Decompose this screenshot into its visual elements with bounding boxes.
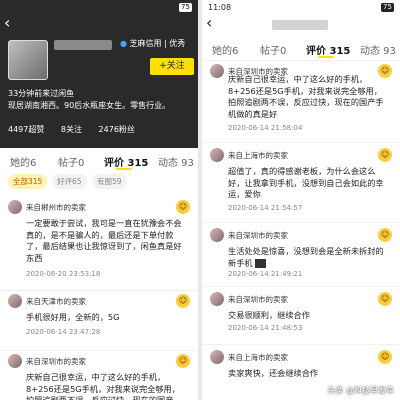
reviewer-origin: 来自上海市的卖家	[228, 353, 288, 362]
review-time: 2020-06-14 21:49:21	[228, 270, 303, 278]
stat-following[interactable]: 8关注	[61, 125, 82, 134]
status-bar: 75	[6, 3, 192, 15]
bio-text: 现居湖南湘西。90后水瓶座女生。零售行业。	[8, 101, 171, 110]
username-blurred	[272, 20, 328, 30]
divider	[202, 142, 400, 143]
profile-stats: 4497超赞 8关注 2476粉丝	[8, 124, 149, 135]
watermark-text: 头条 @科技早发车	[327, 386, 394, 395]
tab-items[interactable]: 她的6	[10, 154, 36, 169]
smile-emoji-icon: ☺	[378, 292, 392, 306]
review-item: 来自天津市的卖家 ☺ 手机很好用，全新的，5G 2020-06-14 23:47…	[0, 294, 198, 354]
reviewer-origin: 来自天津市的卖家	[26, 297, 86, 306]
divider	[0, 290, 198, 291]
last-active-text: 33分钟前来过闲鱼	[8, 89, 75, 98]
tab-activity[interactable]: 动态 93	[360, 42, 396, 57]
stat-likes[interactable]: 4497超赞	[8, 125, 44, 134]
review-text: 超值了，真的得感谢老板，为什么会这么好，让我拿到手机，没想到自己会如此的幸运，爱…	[228, 166, 384, 199]
reviewer-avatar[interactable]	[210, 292, 224, 306]
reviewer-avatar[interactable]	[210, 228, 224, 242]
smile-emoji-icon: ☺	[378, 228, 392, 242]
right-screenshot: 11:08 75 ‹ 她的6 帖子0 评价 315 动态 93 来自深圳市的卖家…	[202, 0, 400, 400]
reviewer-origin: 来自上海市的卖家	[228, 151, 288, 160]
review-filter-chips: 全部315 好评65 有图59	[0, 174, 198, 192]
reviewer-origin: 来自深圳市的卖家	[228, 231, 288, 240]
review-time: 2020-06-20 23:53:18	[26, 270, 101, 278]
credit-badge[interactable]: ● 芝麻信用 | 优秀	[120, 38, 185, 49]
profile-tabs: 她的6 帖子0 评价 315 动态 93	[0, 150, 198, 172]
tab-items[interactable]: 她的6	[212, 42, 238, 57]
review-item: 来自深圳市的卖家 ☺ 交易很顺利，继续合作 2020-06-14 21:48:5…	[202, 292, 400, 342]
smile-emoji-icon: ☺	[176, 294, 190, 308]
smile-emoji-icon: ☺	[378, 350, 392, 364]
stat-followers[interactable]: 2476粉丝	[99, 125, 135, 134]
reviewer-avatar[interactable]	[8, 354, 22, 368]
review-text: 一定要敢于尝试，我可是一直在犹豫会不会真的，是不是骗人的，最后还是下单付款了，最…	[26, 218, 182, 263]
username-blurred	[54, 40, 112, 50]
avatar[interactable]	[8, 40, 48, 80]
left-screenshot: 75 ‹ ● 芝麻信用 | 优秀 +关注 33分钟前来过闲鱼 现居湖南湘西。90…	[0, 0, 198, 400]
tab-reviews[interactable]: 评价 315	[104, 154, 148, 169]
review-text: 庆新自己很幸运，中了这么好的手机，8+256还是5G手机，对我来说完全够用，拍照…	[26, 372, 180, 400]
tab-activity[interactable]: 动态 93	[158, 154, 194, 169]
reviewer-avatar[interactable]	[210, 64, 224, 78]
review-item: 来自深圳市的卖家 ☺ 庆新自己很幸运，中了这么好的手机，8+256还是5G手机，…	[0, 354, 198, 400]
chip-all[interactable]: 全部315	[8, 174, 48, 189]
follow-button[interactable]: +关注	[150, 58, 194, 75]
chip-with-photos[interactable]: 有图59	[92, 174, 127, 189]
profile-tabs: 她的6 帖子0 评价 315 动态 93	[202, 38, 400, 60]
review-text: 卖家爽快，还会继续合作	[228, 368, 319, 378]
reviewer-origin: 来自深圳市的卖家	[26, 357, 86, 366]
active-tab-indicator	[116, 168, 132, 170]
divider	[202, 60, 400, 61]
divider	[202, 222, 400, 223]
review-item: 来自郴州市的卖家 ☺ 一定要敢于尝试，我可是一直在犹豫会不会真的，是不是骗人的，…	[0, 200, 198, 290]
back-arrow-icon[interactable]: ‹	[206, 14, 212, 32]
review-text: 庆新自己很幸运，中了这么好的手机，8+256还是5G手机，对我来说完全够用，拍照…	[228, 74, 384, 119]
tab-posts[interactable]: 帖子0	[58, 154, 84, 169]
status-bar: 11:08 75	[208, 3, 394, 15]
reviewer-avatar[interactable]	[8, 294, 22, 308]
review-time: 2020-06-14 21:58:04	[228, 124, 303, 132]
battery-icon: 75	[179, 3, 192, 12]
tab-posts[interactable]: 帖子0	[260, 42, 286, 57]
smile-emoji-icon: ☺	[176, 354, 190, 368]
status-time: 11:08	[208, 3, 232, 12]
reviewer-avatar[interactable]	[210, 148, 224, 162]
tab-reviews[interactable]: 评价 315	[306, 42, 350, 57]
smile-emoji-icon: ☺	[176, 200, 190, 214]
back-arrow-icon[interactable]: ‹	[4, 14, 10, 32]
review-text: 交易很顺利，继续合作	[228, 310, 310, 320]
chip-positive[interactable]: 好评65	[52, 174, 87, 189]
review-item: 来自上海市的卖家 ☺ 超值了，真的得感谢老板，为什么会这么好，让我拿到手机，没想…	[202, 148, 400, 220]
reviewer-avatar[interactable]	[210, 350, 224, 364]
profile-header: 75 ‹ ● 芝麻信用 | 优秀 +关注 33分钟前来过闲鱼 现居湖南湘西。90…	[0, 0, 198, 148]
active-tab-indicator	[318, 56, 334, 58]
review-text: 生活处处是惊喜，没想到会是全新未拆封的新手机	[228, 246, 384, 268]
divider	[0, 350, 198, 351]
review-text: 手机很好用，全新的，5G	[26, 312, 120, 322]
divider	[202, 286, 400, 287]
review-time: 2020-06-14 21:54:57	[228, 204, 303, 212]
review-item: 来自深圳市的卖家 ☺ 生活处处是惊喜，没想到会是全新未拆封的新手机 2020-0…	[202, 228, 400, 284]
review-item: 来自深圳市的卖家 ☺ 庆新自己很幸运，中了这么好的手机，8+256还是5G手机，…	[202, 64, 400, 144]
reviewer-origin: 来自郴州市的卖家	[26, 203, 86, 212]
reviewer-avatar[interactable]	[8, 200, 22, 214]
smile-emoji-icon: ☺	[378, 148, 392, 162]
reviewer-origin: 来自深圳市的卖家	[228, 295, 288, 304]
review-time: 2020-06-14 21:48:53	[228, 324, 303, 332]
photo-thumbnail-icon[interactable]	[255, 258, 267, 268]
review-time: 2020-06-14 23:47:28	[26, 328, 101, 336]
divider	[202, 344, 400, 345]
battery-icon: 75	[381, 3, 394, 12]
